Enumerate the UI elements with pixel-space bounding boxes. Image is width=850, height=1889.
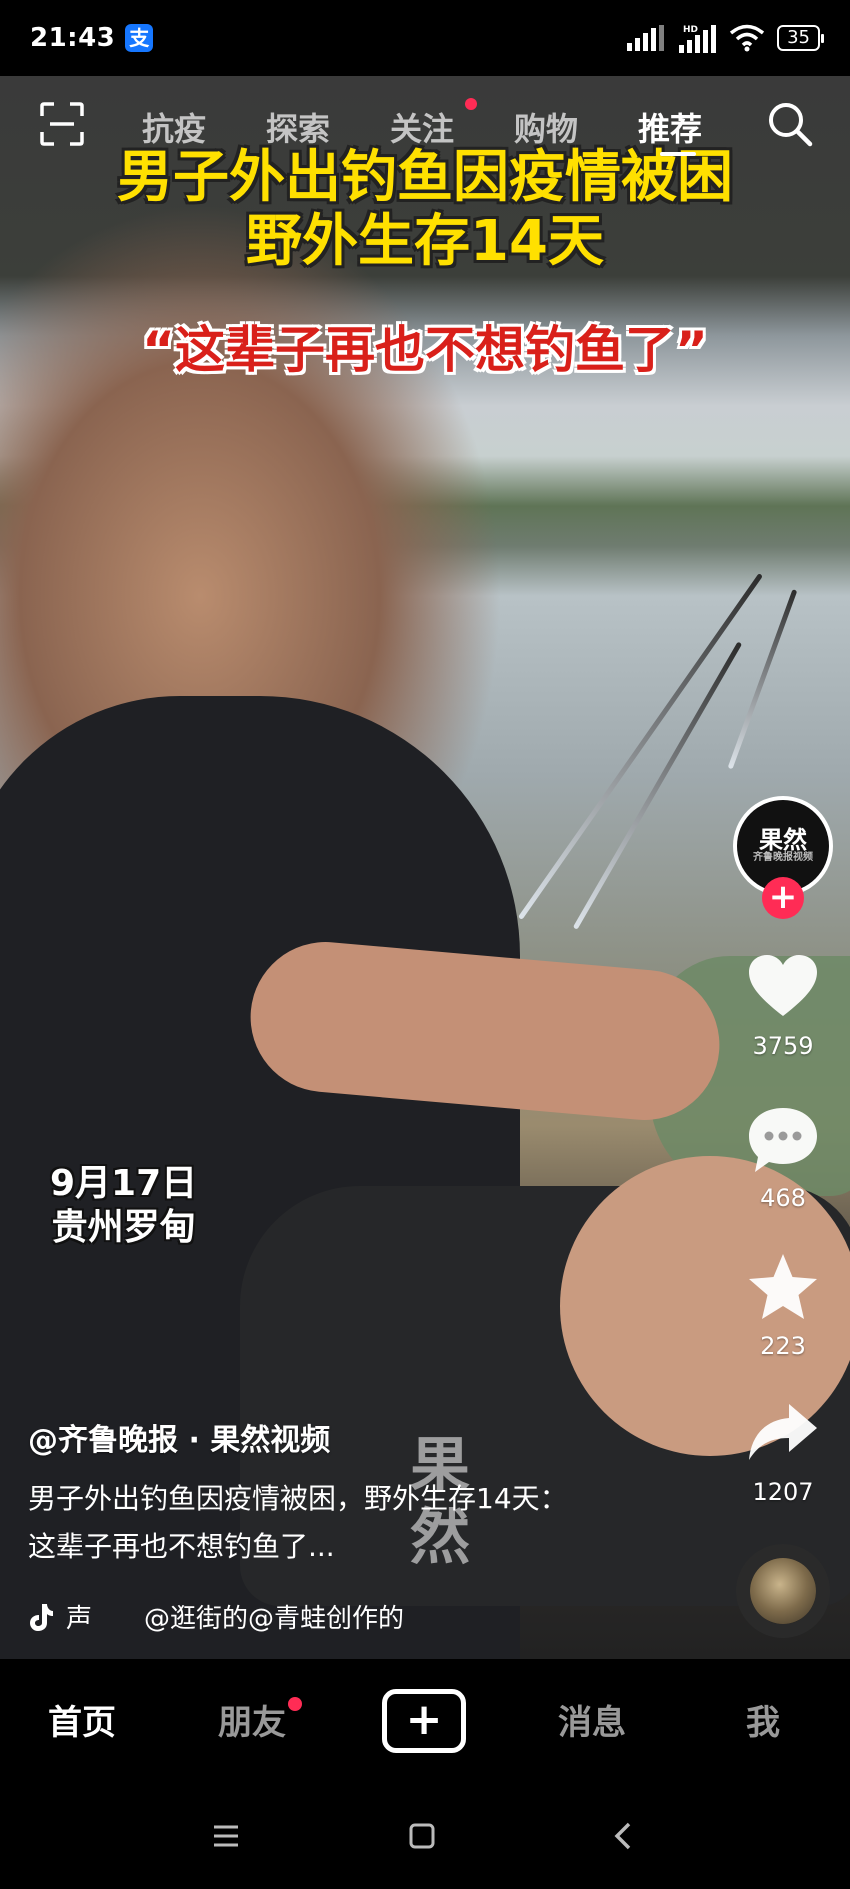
favorite-button[interactable]: 223 [733, 1250, 833, 1360]
status-icons: HD 35 [627, 23, 824, 53]
tab-shopping[interactable]: 购物 [514, 104, 578, 150]
video-quote: “这辈子再也不想钓鱼了” [142, 321, 708, 379]
create-button[interactable]: + [382, 1689, 466, 1753]
create-plus-icon: + [405, 1694, 443, 1745]
fishing-rod [517, 573, 763, 920]
avatar-text: 果然 [759, 826, 807, 854]
share-button[interactable]: 1207 [733, 1396, 833, 1506]
search-icon[interactable] [766, 100, 814, 148]
alipay-icon: 支 [125, 24, 154, 52]
following-notification-dot [465, 98, 477, 110]
caption-line-2: 这辈子再也不想钓鱼了... [28, 1530, 335, 1563]
bottom-nav-bar: 首页 朋友 + 消息 我 [0, 1659, 850, 1784]
caption-line-1: 男子外出钓鱼因疫情被困，野外生存14天： [28, 1482, 568, 1515]
home-square-icon[interactable] [402, 1816, 442, 1856]
share-count: 1207 [752, 1478, 814, 1506]
video-location: 贵州罗甸 [51, 1207, 196, 1248]
top-tab-bar: 抗疫 探索 关注 购物 推荐 [0, 90, 850, 160]
tab-recommend[interactable]: 推荐 [638, 104, 702, 150]
battery-indicator: 35 [777, 25, 824, 51]
music-cover-image [750, 1558, 816, 1624]
status-bar: 21:43 支 HD 35 [0, 0, 850, 76]
tab-antiepidemic[interactable]: 抗疫 [142, 104, 206, 150]
like-button[interactable]: 3759 [733, 950, 833, 1060]
music-disc[interactable] [736, 1544, 830, 1638]
share-icon [749, 1404, 817, 1460]
status-time: 21:43 [30, 23, 116, 53]
author-name[interactable]: @齐鲁晚报 · 果然视频 [28, 1415, 330, 1459]
active-tab-indicator [660, 152, 696, 156]
video-date: 9月17日 [50, 1163, 198, 1204]
back-icon[interactable] [604, 1816, 644, 1856]
headline-line-2: 野外生存14天 [246, 209, 604, 274]
like-count: 3759 [752, 1032, 814, 1060]
wifi-icon [729, 24, 765, 52]
fishing-rod [727, 589, 798, 770]
tab-explore[interactable]: 探索 [266, 104, 330, 150]
nav-messages[interactable]: 消息 [558, 1695, 626, 1744]
menu-icon[interactable] [206, 1816, 246, 1856]
music-title: 声 @逛街的@青蛙创作的 [66, 1604, 405, 1634]
video-date-location: 9月17日 贵州罗甸 [50, 1162, 197, 1250]
comment-button[interactable]: 468 [733, 1102, 833, 1212]
nav-friends[interactable]: 朋友 [218, 1695, 286, 1744]
tab-following[interactable]: 关注 [390, 104, 454, 150]
nav-me[interactable]: 我 [746, 1695, 780, 1744]
tiktok-note-icon [30, 1603, 53, 1631]
nav-home[interactable]: 首页 [48, 1695, 116, 1744]
friends-notification-dot [288, 1697, 302, 1711]
avatar-subtext: 齐鲁晚报视频 [753, 852, 813, 863]
follow-button[interactable]: + [762, 877, 804, 919]
scan-icon[interactable] [40, 102, 84, 146]
comment-count: 468 [760, 1184, 806, 1212]
music-info[interactable]: 声 @逛街的@青蛙创作的 [28, 1598, 404, 1635]
fishing-rod [572, 641, 743, 930]
svg-text:HD: HD [683, 25, 698, 35]
comment-icon [749, 1108, 817, 1172]
favorite-count: 223 [760, 1332, 806, 1360]
heart-icon [749, 955, 817, 1016]
signal-hd-icon: HD [679, 25, 717, 53]
video-caption[interactable]: 男子外出钓鱼因疫情被困，野外生存14天： 这辈子再也不想钓鱼了... [28, 1475, 648, 1571]
star-icon [749, 1254, 817, 1319]
system-nav-bar [0, 1784, 850, 1889]
video-headline: 男子外出钓鱼因疫情被困 野外生存14天 [0, 146, 850, 274]
signal-icon [627, 25, 665, 51]
